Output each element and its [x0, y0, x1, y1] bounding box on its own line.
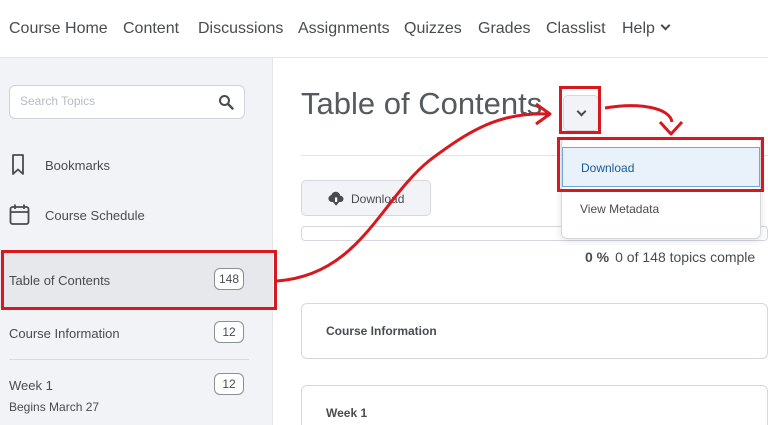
module-title: Course Information: [326, 324, 437, 338]
menu-item-view-metadata[interactable]: View Metadata: [562, 189, 760, 229]
sidebar-bookmarks[interactable]: Bookmarks: [9, 153, 110, 177]
nav-course-home[interactable]: Course Home: [9, 20, 108, 38]
bookmark-icon: [12, 154, 24, 175]
download-button[interactable]: Download: [301, 180, 431, 216]
options-dropdown-menu: Download View Metadata: [561, 137, 761, 239]
sidebar-item-table-of-contents[interactable]: Table of Contents 148: [0, 252, 273, 308]
nav-discussions[interactable]: Discussions: [198, 20, 283, 38]
sidebar: Bookmarks Course Schedule Table of Conte…: [0, 58, 273, 425]
nav-assignments[interactable]: Assignments: [298, 20, 390, 38]
toc-sublabel: Begins March 27: [9, 400, 100, 414]
sidebar-item-course-information[interactable]: Course Information 12: [0, 308, 273, 358]
chevron-down-icon: [576, 106, 587, 117]
download-button-label: Download: [351, 192, 405, 206]
toc-label: Course Information: [9, 326, 120, 341]
title-options-button[interactable]: [563, 95, 599, 131]
progress-count: 0 of 148 topics comple: [615, 249, 756, 265]
search-input[interactable]: [20, 94, 210, 108]
nav-quizzes[interactable]: Quizzes: [404, 20, 462, 38]
nav-grades[interactable]: Grades: [478, 20, 530, 38]
chevron-down-icon: [660, 20, 671, 31]
count-badge: 148: [214, 268, 244, 290]
sidebar-bookmarks-label: Bookmarks: [45, 157, 111, 173]
top-nav: Course Home Content Discussions Assignme…: [0, 0, 768, 58]
cloud-download-icon: [328, 191, 344, 206]
calendar-icon: [9, 204, 30, 225]
menu-item-download[interactable]: Download: [562, 147, 760, 187]
count-badge: 12: [214, 373, 244, 395]
sidebar-course-schedule-label: Course Schedule: [45, 207, 145, 223]
nav-content[interactable]: Content: [123, 20, 179, 38]
sidebar-course-schedule[interactable]: Course Schedule: [9, 203, 145, 227]
toc-label: Week 1: [9, 378, 53, 393]
nav-help[interactable]: Help: [622, 20, 671, 38]
sidebar-item-week-1[interactable]: Week 1 Begins March 27 12: [0, 360, 273, 425]
nav-help-label: Help: [622, 20, 655, 37]
nav-classlist[interactable]: Classlist: [546, 20, 606, 38]
search-icon[interactable]: [218, 94, 234, 110]
module-card-course-information[interactable]: Course Information: [301, 303, 768, 359]
search-topics: [9, 85, 245, 119]
annotation-arrowhead-download: [658, 120, 684, 136]
toc-label: Table of Contents: [9, 273, 111, 288]
page-title: Table of Contents: [301, 86, 543, 121]
module-title: Week 1: [326, 406, 368, 420]
module-card-week-1[interactable]: Week 1: [301, 385, 768, 425]
annotation-arrow-options-to-download: [604, 104, 674, 123]
progress-percent: 0 %: [585, 249, 610, 265]
count-badge: 12: [214, 321, 244, 343]
progress-text: 0 % 0 of 148 topics comple: [585, 249, 755, 265]
